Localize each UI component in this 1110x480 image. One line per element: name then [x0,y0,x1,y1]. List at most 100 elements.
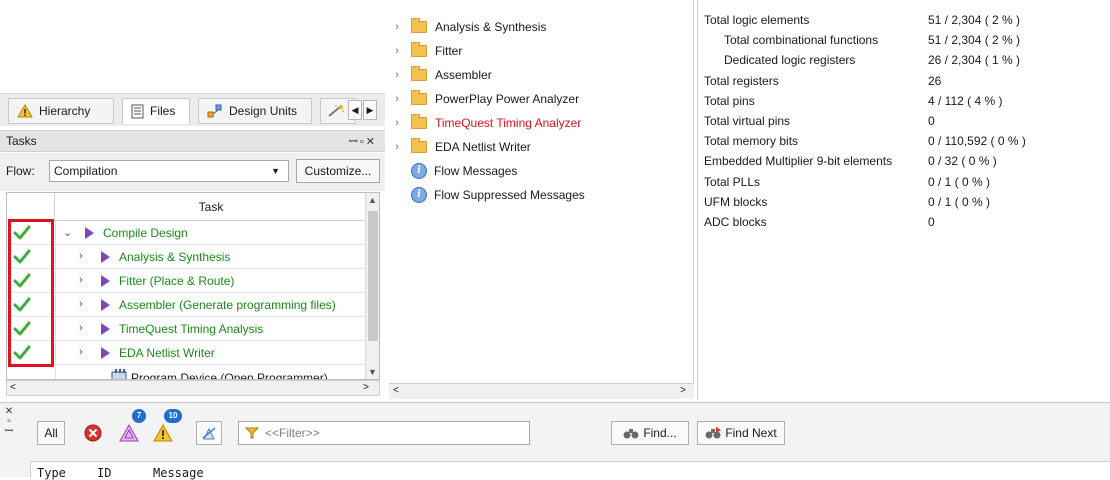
task-row[interactable]: ⌄ Compile Design [7,221,367,245]
run-task-icon[interactable] [101,299,110,311]
report-tree-item[interactable]: › PowerPlay Power Analyzer [389,88,579,110]
summary-key: UFM blocks [704,194,768,209]
scroll-left-icon[interactable]: < [10,382,16,393]
row-separator [55,365,56,379]
chevron-right-icon[interactable]: › [79,322,83,334]
message-filter-input[interactable]: <<Filter>> [238,421,530,445]
chevron-right-icon[interactable]: › [389,45,405,57]
chevron-right-icon[interactable]: › [79,250,83,262]
chevron-right-icon[interactable]: › [79,346,83,358]
summary-key: Total logic elements [704,13,810,27]
hierarchy-view-area [0,0,385,90]
task-table-scroll-thumb[interactable] [368,211,378,341]
summary-value: 0 / 1 ( 0 % ) [928,194,991,209]
warning-filter-button[interactable]: 10 [150,409,182,445]
task-row-partial[interactable]: Program Device (Open Programmer) [7,365,367,379]
find-button[interactable]: Find... [611,421,689,445]
report-tree-label: Analysis & Synthesis [435,20,547,34]
find-next-button-label: Find Next [725,426,777,440]
scroll-down-icon[interactable]: ▼ [368,367,377,377]
column-type[interactable]: Type [37,466,66,480]
tasks-title: Tasks [6,134,37,148]
report-tree-item[interactable]: › TimeQuest Timing Analyzer [389,112,581,134]
tabs-scroll-left-button[interactable]: ◀ [348,100,362,120]
pin-icon[interactable]: ꟷ [2,427,16,437]
summary-value: 51 / 2,304 ( 2 % ) [928,13,1021,27]
flow-select[interactable]: Compilation ▼ [49,160,289,182]
report-tree-label: Flow Suppressed Messages [434,188,585,202]
tab-design-units[interactable]: Design Units [198,98,312,124]
customize-button[interactable]: Customize... [296,159,380,183]
scroll-up-icon[interactable]: ▲ [368,195,377,205]
tasks-panel-controls[interactable]: ꟷ▫✕ [349,134,377,149]
report-tree-item[interactable]: › Assembler [389,64,492,86]
report-tree-item[interactable]: › Analysis & Synthesis [389,16,546,38]
programmer-icon [111,369,127,379]
flow-summary-table: Total logic elements 51 / 2,304 ( 2 % ) To… [697,0,1110,400]
close-icon[interactable]: ✕ [366,136,377,148]
report-tree-hscrollbar[interactable]: < > [389,383,694,399]
chevron-right-icon[interactable]: › [389,93,405,105]
run-task-icon[interactable] [85,227,94,239]
folder-icon [411,114,427,129]
show-all-button[interactable]: All [37,421,65,445]
summary-key: Total PLLs [704,174,761,189]
error-filter-button[interactable] [80,421,106,445]
tab-files[interactable]: Files [122,98,190,124]
critical-warning-icon [119,424,139,442]
chevron-down-icon: ▼ [271,166,280,176]
chevron-right-icon[interactable]: › [389,21,405,33]
summary-row: Total virtual pins 0 [698,111,1110,131]
column-message[interactable]: Message [153,466,204,480]
chevron-right-icon[interactable]: › [389,69,405,81]
tab-hierarchy[interactable]: Hierarchy [8,98,114,124]
report-tree-label: Flow Messages [434,164,518,178]
row-separator [55,269,56,293]
chevron-right-icon[interactable]: › [79,298,83,310]
report-tree-label: TimeQuest Timing Analyzer [435,116,582,130]
summary-row: Total logic elements 51 / 2,304 ( 2 % ) [698,10,1110,30]
task-row[interactable]: › TimeQuest Timing Analysis [7,317,367,341]
report-tree-item[interactable]: › Fitter [389,40,462,62]
pin-icon[interactable]: ꟷ [349,136,360,148]
task-row[interactable]: › Assembler (Generate programming files) [7,293,367,317]
chevron-right-icon[interactable]: › [389,141,405,153]
task-row[interactable]: › EDA Netlist Writer [7,341,367,365]
suppress-button[interactable] [196,421,222,445]
summary-value: 0 / 1 ( 0 % ) [928,174,991,189]
info-icon: i [411,187,427,203]
task-row[interactable]: › Analysis & Synthesis [7,245,367,269]
customize-button-label: Customize... [304,164,372,178]
scroll-left-icon[interactable]: < [393,385,399,396]
run-task-icon[interactable] [101,251,110,263]
task-row[interactable]: › Fitter (Place & Route) [7,269,367,293]
chevron-right-icon[interactable]: › [389,117,405,129]
scroll-right-icon[interactable]: > [363,382,369,393]
summary-row: ADC blocks 0 [698,212,1110,232]
tabs-scroll-right-button[interactable]: ▶ [363,100,377,120]
run-task-icon[interactable] [101,323,110,335]
run-task-icon[interactable] [101,347,110,359]
checkmark-icon [13,297,31,312]
chevron-right-icon[interactable]: › [79,274,83,286]
scroll-right-icon[interactable]: > [680,385,686,396]
report-tree-item[interactable]: › EDA Netlist Writer [389,136,531,158]
find-next-button[interactable]: Find Next [697,421,785,445]
row-separator [55,341,56,365]
task-table-hscrollbar[interactable]: < > [6,380,380,396]
tasks-panel-header: Tasks ꟷ▫✕ [0,130,385,152]
messages-panel: ✕ ▫ ꟷ All 7 10 <<Filter>> Find... Find N… [0,402,1110,480]
report-tree-item[interactable]: i Flow Suppressed Messages [389,184,585,206]
binoculars-next-icon [705,427,722,439]
folder-icon [411,18,427,33]
column-id[interactable]: ID [97,466,111,480]
messages-panel-controls[interactable]: ✕ ▫ ꟷ [2,407,16,437]
task-table-vscrollbar[interactable]: ▲ ▼ [365,193,379,379]
report-tree-item[interactable]: i Flow Messages [389,160,517,182]
critical-warning-filter-button[interactable]: 7 [116,409,146,445]
summary-value: 0 / 110,592 ( 0 % ) [928,134,1026,149]
summary-row: Total pins 4 / 112 ( 4 % ) [698,91,1110,111]
chevron-down-icon[interactable]: ⌄ [63,226,72,239]
checkmark-icon [13,249,31,264]
run-task-icon[interactable] [101,275,110,287]
